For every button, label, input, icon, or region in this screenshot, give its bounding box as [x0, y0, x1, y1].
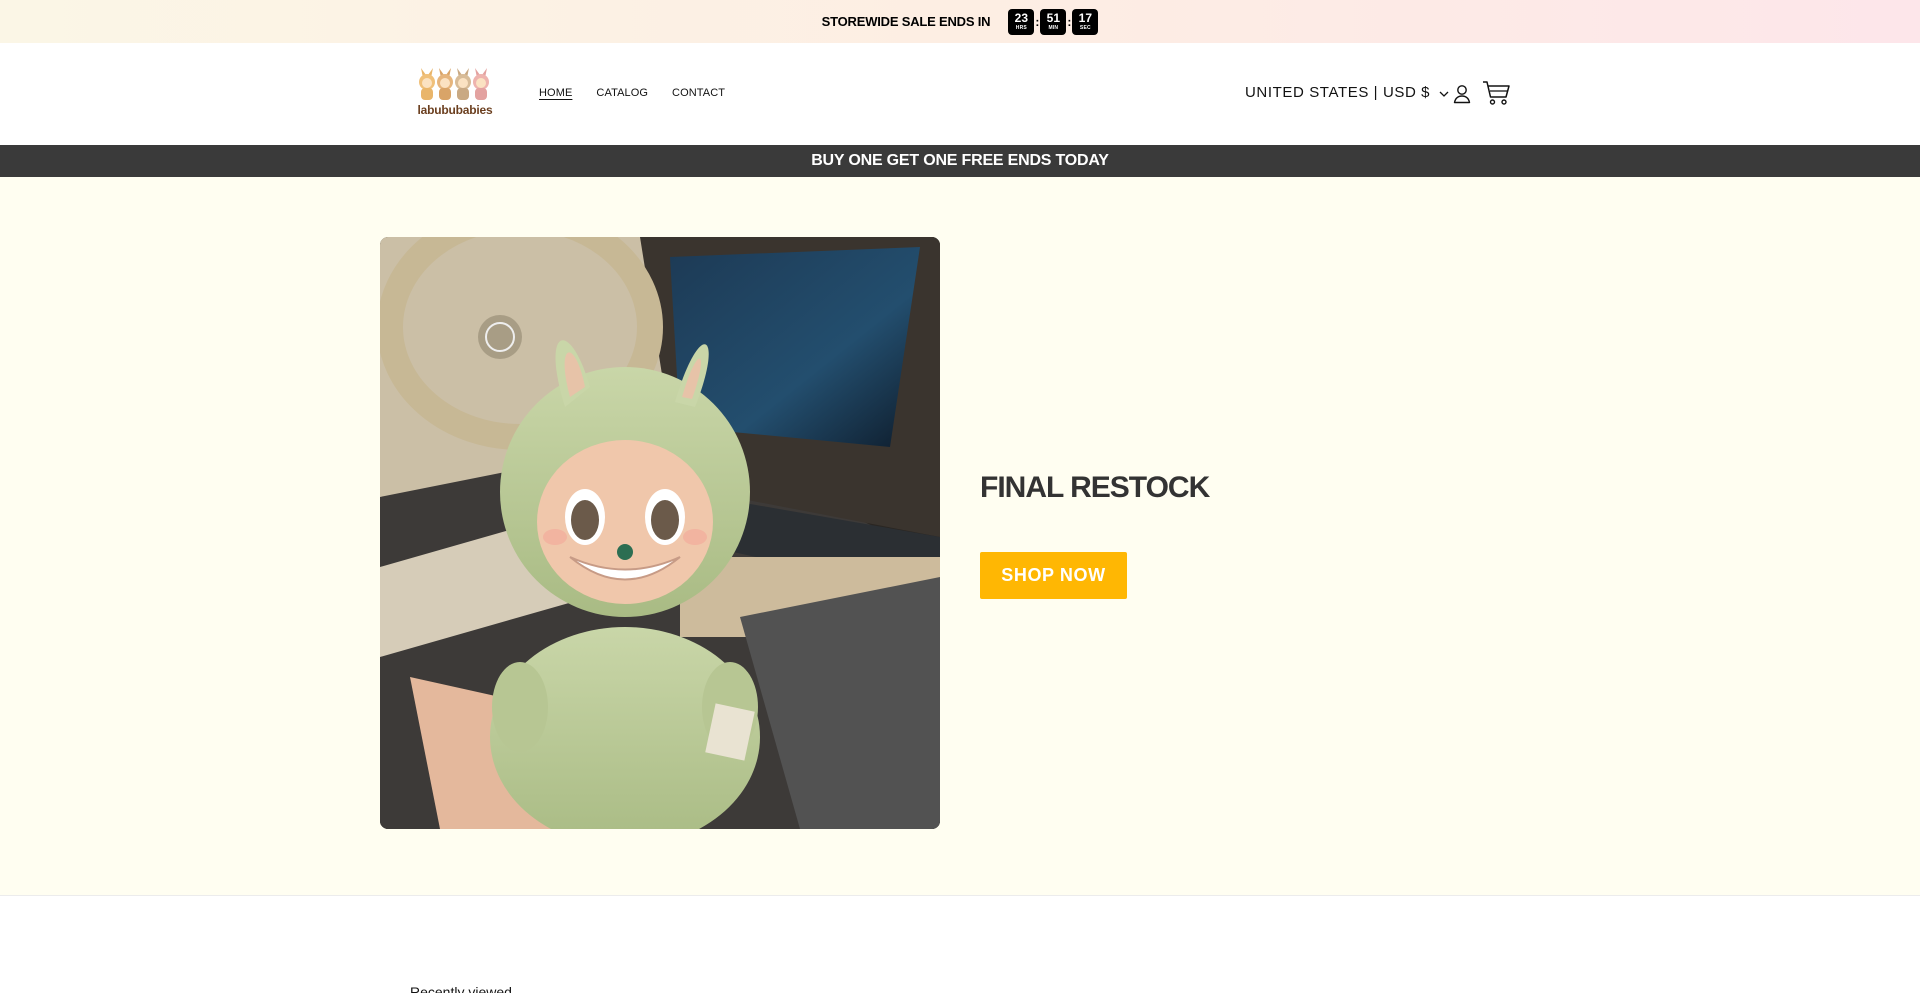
logo-wordmark: labububabies — [417, 103, 493, 117]
hero-title: FINAL RESTOCK — [980, 471, 1210, 504]
next-section: Recently viewed — [0, 896, 1920, 993]
countdown-hours: 23 HRS — [1008, 8, 1035, 35]
shop-now-button[interactable]: SHOP NOW — [980, 552, 1127, 599]
country-currency-selector[interactable]: UNITED STATES | USD $ — [1245, 84, 1450, 101]
hero-section: FINAL RESTOCK SHOP NOW — [0, 177, 1920, 895]
countdown-hours-label: HRS — [1015, 25, 1027, 31]
next-section-heading: Recently viewed — [410, 984, 512, 993]
site-header: labububabies HOME CATALOG CONTACT UNITED… — [0, 43, 1920, 145]
countdown-seconds-value: 17 — [1078, 11, 1093, 25]
sale-countdown-text: STOREWIDE SALE ENDS IN — [821, 14, 991, 29]
account-icon[interactable] — [1451, 83, 1473, 105]
countdown-minutes-value: 51 — [1046, 11, 1061, 25]
logo-figures-icon — [414, 68, 496, 102]
country-currency-label: UNITED STATES | USD $ — [1245, 84, 1431, 101]
countdown-hours-value: 23 — [1014, 11, 1029, 25]
nav-catalog[interactable]: CATALOG — [596, 87, 648, 99]
promo-text: BUY ONE GET ONE FREE ENDS TODAY — [811, 152, 1109, 169]
countdown-seconds-label: SEC — [1079, 25, 1091, 31]
countdown-seconds: 17 SEC — [1072, 8, 1099, 35]
hero-image — [380, 237, 940, 829]
announcement-bar: STOREWIDE SALE ENDS IN 23 HRS : 51 MIN :… — [0, 0, 1920, 43]
cart-icon[interactable] — [1482, 79, 1512, 107]
store-logo[interactable]: labububabies — [414, 68, 496, 118]
countdown-minutes-label: MIN — [1048, 25, 1059, 31]
nav-contact[interactable]: CONTACT — [672, 87, 725, 99]
countdown-timer: 23 HRS : 51 MIN : 17 SEC — [1008, 8, 1099, 35]
main-nav: HOME CATALOG CONTACT — [539, 87, 725, 99]
nav-home[interactable]: HOME — [539, 87, 572, 99]
promo-banner: BUY ONE GET ONE FREE ENDS TODAY — [0, 145, 1920, 177]
chevron-down-icon — [1438, 87, 1450, 99]
countdown-minutes: 51 MIN — [1040, 8, 1067, 35]
